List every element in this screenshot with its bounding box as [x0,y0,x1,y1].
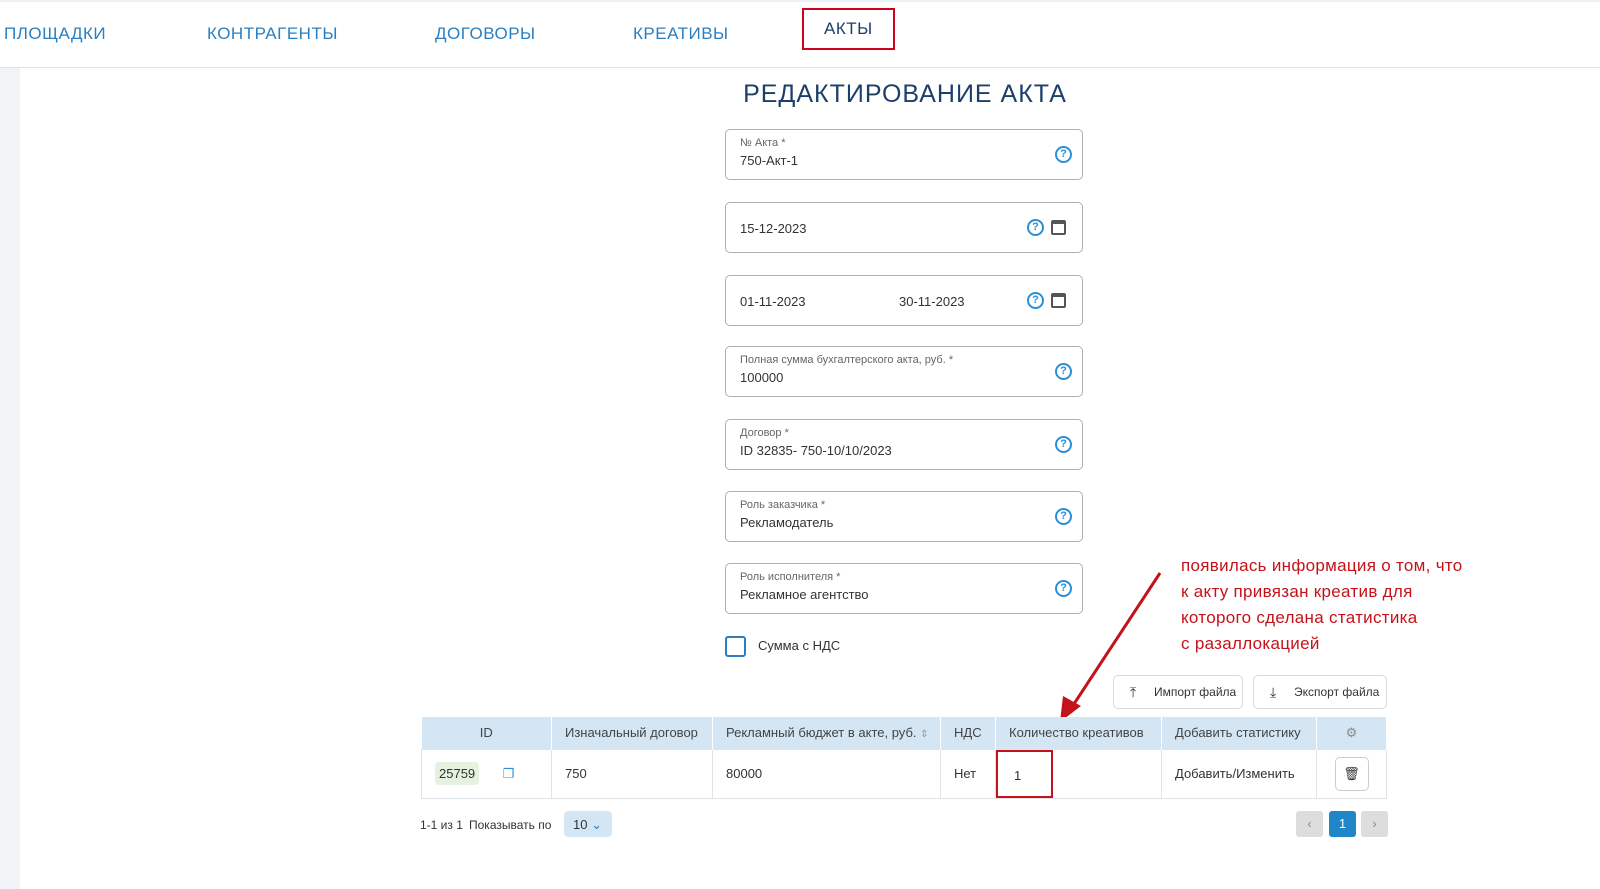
row-vat: Нет [940,748,996,799]
row-contract: 750 [551,748,713,799]
download-icon: ⤓ [1270,684,1277,700]
top-nav: ПЛОЩАДКИ КОНТРАГЕНТЫ ДОГОВОРЫ КРЕАТИВЫ А… [0,0,1600,68]
annotation-arrow [1060,572,1162,722]
field-value: 100000 [740,370,784,385]
contract-field[interactable]: Договор * ID 32835- 750-10/10/2023 ? [725,419,1083,470]
help-icon[interactable]: ? [1055,508,1072,525]
page-1-button[interactable]: 1 [1329,811,1356,837]
help-icon[interactable]: ? [1027,219,1044,236]
col-budget[interactable]: Рекламный бюджет в акте, руб. ⇕ [712,717,941,749]
settings-gear-icon[interactable]: ⚙ [1316,717,1387,749]
prev-page-button[interactable]: ‹ [1296,811,1323,837]
help-icon[interactable]: ? [1055,436,1072,453]
export-file-button[interactable]: ⤓ Экспорт файла [1253,675,1387,709]
calendar-icon[interactable] [1051,220,1066,235]
col-id: ID [421,717,552,749]
field-label: Договор * [740,427,789,439]
field-label: Полная сумма бухгалтерского акта, руб. * [740,354,954,366]
act-number-field[interactable]: № Акта * 750-Акт-1 ? [725,129,1083,180]
help-icon[interactable]: ? [1055,363,1072,380]
period-start: 01-11-2023 [740,294,806,309]
row-budget: 80000 [712,748,941,799]
sidebar [0,68,20,889]
act-date-field[interactable]: 15-12-2023 ? [725,202,1083,253]
period-end: 30-11-2023 [899,294,965,309]
calendar-icon[interactable] [1051,293,1066,308]
acts-table: ID Изначальный договор Рекламный бюджет … [421,717,1387,799]
add-edit-stats-link[interactable]: Добавить/Изменить [1161,748,1317,799]
row-id: 25759 [435,761,480,785]
period-field[interactable]: 01-11-2023 30-11-2023 ? [725,275,1083,326]
vat-checkbox[interactable] [725,636,746,657]
sum-field[interactable]: Полная сумма бухгалтерского акта, руб. *… [725,346,1083,397]
delete-trash-icon[interactable]: 🗑 [1334,756,1369,791]
col-vat: НДС [940,717,996,749]
page-title: РЕДАКТИРОВАНИЕ АКТА [743,80,1067,108]
col-creatives: Количество креативов [995,717,1162,749]
field-value: ID 32835- 750-10/10/2023 [740,443,892,458]
pagination-range: 1-1 из 1 [420,818,463,832]
field-value: 15-12-2023 [740,221,807,236]
executor-role-field[interactable]: Роль исполнителя * Рекламное агентство ? [725,563,1083,614]
field-value: Рекламное агентство [740,587,869,602]
nav-platforms[interactable]: ПЛОЩАДКИ [4,24,106,44]
nav-creatives[interactable]: КРЕАТИВЫ [633,24,729,44]
next-page-button[interactable]: › [1361,811,1388,837]
field-label: Роль заказчика * [740,499,826,511]
help-icon[interactable]: ? [1055,146,1072,163]
page-size-label: Показывать по [469,818,552,832]
sort-icon[interactable]: ⇕ [920,729,928,740]
import-label: Импорт файла [1154,685,1237,699]
row-creatives: 1 [996,749,1053,798]
nav-counterparties[interactable]: КОНТРАГЕНТЫ [207,24,338,44]
row-creatives-cell: 1 [995,748,1162,799]
copy-folder-icon[interactable]: ❐ [503,766,515,781]
nav-acts[interactable]: АКТЫ [802,8,895,50]
field-label: № Акта * [740,137,786,149]
chevron-down-icon: ⌄ [591,817,602,832]
table-header: ID Изначальный договор Рекламный бюджет … [421,717,1387,749]
page-size-value: 10 [573,817,588,832]
help-icon[interactable]: ? [1027,292,1044,309]
table-row: 25759 ❐ 750 80000 Нет 1 Добавить/Изменит… [421,748,1387,799]
col-contract: Изначальный договор [551,717,713,749]
customer-role-field[interactable]: Роль заказчика * Рекламодатель ? [725,491,1083,542]
field-value: 750-Акт-1 [740,153,799,168]
field-label: Роль исполнителя * [740,571,841,583]
vat-checkbox-label: Сумма с НДС [758,638,841,653]
nav-contracts[interactable]: ДОГОВОРЫ [435,24,536,44]
annotation-text: появилась информация о том, что к акту п… [1181,556,1463,653]
col-add-stats: Добавить статистику [1161,717,1317,749]
page-size-select[interactable]: 10 ⌄ [564,811,612,837]
col-budget-label: Рекламный бюджет в акте, руб. [726,725,917,741]
export-label: Экспорт файла [1294,685,1380,699]
field-value: Рекламодатель [740,515,834,530]
